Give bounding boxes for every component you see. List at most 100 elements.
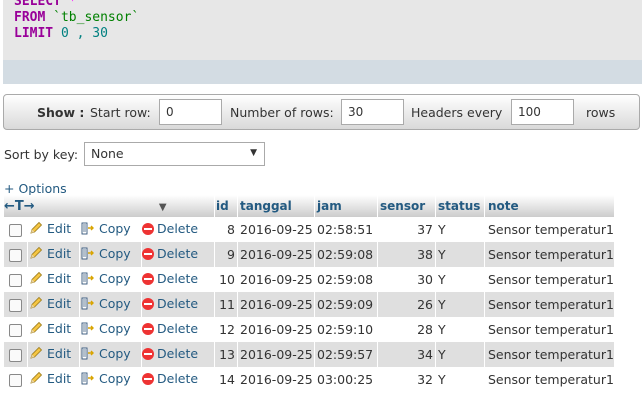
- delete-button[interactable]: Delete: [142, 246, 198, 261]
- sql-count: 30: [92, 26, 108, 41]
- cell-jam[interactable]: 03:00:25: [314, 367, 378, 392]
- edit-cell: Edit: [27, 217, 80, 242]
- delete-button[interactable]: Delete: [142, 296, 198, 311]
- dropdown-arrow-icon: ▼: [250, 148, 257, 158]
- cell-note[interactable]: Sensor temperatur1: [484, 217, 615, 242]
- sort-by-key-select[interactable]: None ▼: [84, 142, 265, 166]
- delete-cell: Delete: [141, 242, 215, 267]
- table-header-row: ←T→ ▼ id tanggal jam sensor status note: [4, 195, 615, 217]
- cell-status[interactable]: Y: [435, 217, 485, 242]
- delete-button[interactable]: Delete: [142, 371, 198, 386]
- cell-note[interactable]: Sensor temperatur1: [484, 342, 615, 367]
- cell-tanggal[interactable]: 2016-09-25: [237, 217, 315, 242]
- cell-jam[interactable]: 02:58:51: [314, 217, 378, 242]
- edit-button[interactable]: Edit: [28, 320, 71, 336]
- delete-button[interactable]: Delete: [142, 321, 198, 336]
- row-checkbox[interactable]: [9, 349, 22, 362]
- cell-id[interactable]: 8: [214, 217, 238, 242]
- resize-arrows-icon[interactable]: ←T→: [4, 199, 35, 214]
- row-checkbox[interactable]: [9, 224, 22, 237]
- cell-jam[interactable]: 02:59:08: [314, 267, 378, 292]
- column-header-tanggal[interactable]: tanggal: [237, 195, 315, 217]
- cell-sensor[interactable]: 32: [377, 367, 436, 392]
- cell-id[interactable]: 11: [214, 292, 238, 317]
- cell-jam[interactable]: 02:59:10: [314, 317, 378, 342]
- headers-every-input[interactable]: [511, 99, 574, 125]
- cell-id[interactable]: 12: [214, 317, 238, 342]
- delete-icon: [142, 347, 154, 360]
- cell-tanggal[interactable]: 2016-09-25: [237, 317, 315, 342]
- delete-label: Delete: [157, 221, 199, 237]
- cell-sensor[interactable]: 37: [377, 217, 436, 242]
- copy-button[interactable]: Copy: [80, 370, 131, 386]
- row-checkbox[interactable]: [9, 374, 22, 387]
- cell-tanggal[interactable]: 2016-09-25: [237, 242, 315, 267]
- delete-button[interactable]: Delete: [142, 221, 198, 236]
- cell-tanggal[interactable]: 2016-09-25: [237, 292, 315, 317]
- copy-button[interactable]: Copy: [80, 295, 131, 311]
- cell-sensor[interactable]: 34: [377, 342, 436, 367]
- column-header-id[interactable]: id: [214, 195, 238, 217]
- column-header-note[interactable]: note: [484, 195, 615, 217]
- cell-id[interactable]: 9: [214, 242, 238, 267]
- edit-button[interactable]: Edit: [28, 370, 71, 386]
- cell-note[interactable]: Sensor temperatur1: [484, 267, 615, 292]
- cell-sensor[interactable]: 38: [377, 242, 436, 267]
- row-checkbox[interactable]: [9, 249, 22, 262]
- rows-suffix-label: rows: [586, 105, 616, 120]
- row-checkbox[interactable]: [9, 299, 22, 312]
- copy-button[interactable]: Copy: [80, 270, 131, 286]
- delete-cell: Delete: [141, 342, 215, 367]
- cell-note[interactable]: Sensor temperatur1: [484, 242, 615, 267]
- cell-tanggal[interactable]: 2016-09-25: [237, 342, 315, 367]
- sql-keyword: LIMIT: [14, 26, 54, 41]
- copy-button[interactable]: Copy: [80, 245, 131, 261]
- copy-button[interactable]: Copy: [80, 345, 131, 361]
- column-header-jam[interactable]: jam: [314, 195, 378, 217]
- row-checkbox[interactable]: [9, 324, 22, 337]
- cell-id[interactable]: 14: [214, 367, 238, 392]
- cell-status[interactable]: Y: [435, 242, 485, 267]
- edit-button[interactable]: Edit: [28, 245, 71, 261]
- cell-id[interactable]: 10: [214, 267, 238, 292]
- cell-note[interactable]: Sensor temperatur1: [484, 317, 615, 342]
- cell-sensor[interactable]: 30: [377, 267, 436, 292]
- cell-id[interactable]: 13: [214, 342, 238, 367]
- delete-cell: Delete: [141, 317, 215, 342]
- triangle-down-icon[interactable]: ▼: [159, 202, 167, 213]
- cell-status[interactable]: Y: [435, 317, 485, 342]
- cell-status[interactable]: Y: [435, 342, 485, 367]
- cell-jam[interactable]: 02:59:09: [314, 292, 378, 317]
- column-header-sensor[interactable]: sensor: [377, 195, 436, 217]
- cell-sensor[interactable]: 28: [377, 317, 436, 342]
- edit-button[interactable]: Edit: [28, 345, 71, 361]
- row-checkbox[interactable]: [9, 274, 22, 287]
- cell-note[interactable]: Sensor temperatur1: [484, 367, 615, 392]
- cell-note[interactable]: Sensor temperatur1: [484, 292, 615, 317]
- cell-status[interactable]: Y: [435, 292, 485, 317]
- options-link[interactable]: + Options: [4, 181, 67, 196]
- delete-button[interactable]: Delete: [142, 346, 198, 361]
- cell-tanggal[interactable]: 2016-09-25: [237, 367, 315, 392]
- edit-button[interactable]: Edit: [28, 270, 71, 286]
- cell-tanggal[interactable]: 2016-09-25: [237, 267, 315, 292]
- start-row-input[interactable]: [159, 99, 222, 125]
- row-checkbox-cell: [4, 367, 28, 392]
- copy-button[interactable]: Copy: [80, 320, 131, 336]
- row-checkbox-cell: [4, 217, 28, 242]
- column-header-status[interactable]: status: [435, 195, 485, 217]
- copy-button[interactable]: Copy: [80, 220, 131, 236]
- edit-cell: Edit: [27, 367, 80, 392]
- cell-jam[interactable]: 02:59:57: [314, 342, 378, 367]
- delete-icon: [142, 372, 154, 385]
- delete-cell: Delete: [141, 367, 215, 392]
- sql-offset: 0: [60, 26, 69, 41]
- edit-button[interactable]: Edit: [28, 220, 71, 236]
- cell-sensor[interactable]: 26: [377, 292, 436, 317]
- cell-status[interactable]: Y: [435, 367, 485, 392]
- delete-button[interactable]: Delete: [142, 271, 198, 286]
- cell-status[interactable]: Y: [435, 267, 485, 292]
- number-of-rows-input[interactable]: [341, 99, 404, 125]
- edit-button[interactable]: Edit: [28, 295, 71, 311]
- cell-jam[interactable]: 02:59:08: [314, 242, 378, 267]
